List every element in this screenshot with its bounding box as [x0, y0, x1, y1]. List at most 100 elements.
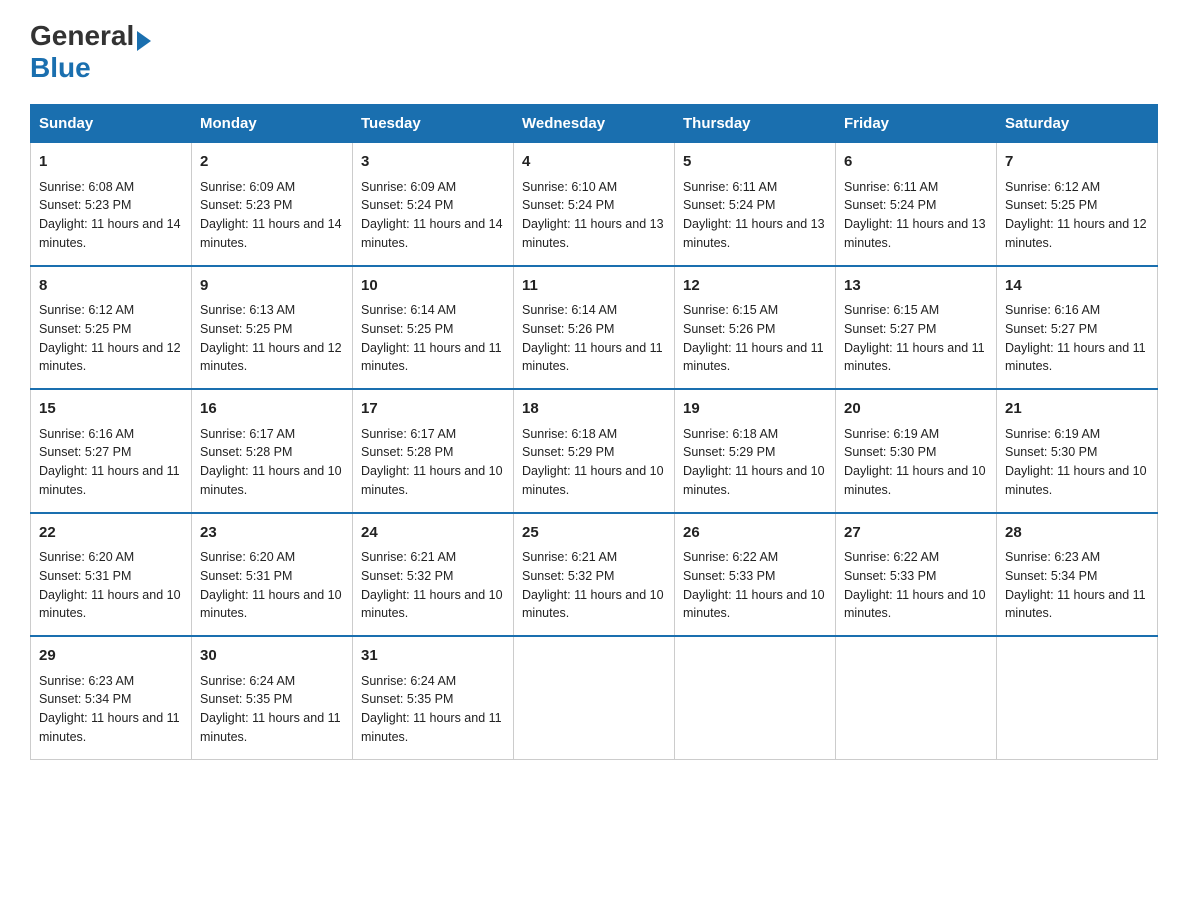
- sunset-text: Sunset: 5:25 PM: [200, 322, 292, 336]
- day-number: 1: [39, 151, 183, 174]
- calendar-cell: 25Sunrise: 6:21 AMSunset: 5:32 PMDayligh…: [514, 513, 675, 637]
- daylight-text: Daylight: 11 hours and 12 minutes.: [39, 341, 181, 374]
- sunset-text: Sunset: 5:28 PM: [361, 445, 453, 459]
- day-number: 28: [1005, 522, 1149, 545]
- col-header-saturday: Saturday: [997, 105, 1158, 143]
- calendar-cell: [514, 636, 675, 759]
- daylight-text: Daylight: 11 hours and 10 minutes.: [522, 464, 664, 497]
- day-number: 13: [844, 275, 988, 298]
- daylight-text: Daylight: 11 hours and 10 minutes.: [683, 588, 825, 621]
- day-number: 14: [1005, 275, 1149, 298]
- sunrise-text: Sunrise: 6:11 AM: [844, 180, 938, 194]
- daylight-text: Daylight: 11 hours and 10 minutes.: [200, 588, 342, 621]
- sunrise-text: Sunrise: 6:24 AM: [200, 674, 295, 688]
- sunset-text: Sunset: 5:33 PM: [844, 569, 936, 583]
- sunset-text: Sunset: 5:24 PM: [522, 198, 614, 212]
- calendar-week-1: 1Sunrise: 6:08 AMSunset: 5:23 PMDaylight…: [31, 143, 1158, 266]
- sunset-text: Sunset: 5:23 PM: [200, 198, 292, 212]
- calendar-cell: 13 Sunrise: 6:15 AM Sunset: 5:27 PM Dayligh…: [836, 266, 997, 390]
- col-header-wednesday: Wednesday: [514, 105, 675, 143]
- calendar-cell: 22Sunrise: 6:20 AMSunset: 5:31 PMDayligh…: [31, 513, 192, 637]
- sunrise-text: Sunrise: 6:20 AM: [200, 550, 295, 564]
- sunrise-text: Sunrise: 6:18 AM: [522, 427, 617, 441]
- sunrise-text: Sunrise: 6:09 AM: [200, 180, 295, 194]
- col-header-sunday: Sunday: [31, 105, 192, 143]
- sunrise-text: Sunrise: 6:18 AM: [683, 427, 778, 441]
- col-header-thursday: Thursday: [675, 105, 836, 143]
- sunrise-text: Sunrise: 6:15 AM: [844, 303, 939, 317]
- calendar-cell: 1Sunrise: 6:08 AMSunset: 5:23 PMDaylight…: [31, 143, 192, 266]
- day-number: 2: [200, 151, 344, 174]
- sunrise-text: Sunrise: 6:21 AM: [361, 550, 456, 564]
- sunset-text: Sunset: 5:31 PM: [200, 569, 292, 583]
- calendar-cell: 27Sunrise: 6:22 AMSunset: 5:33 PMDayligh…: [836, 513, 997, 637]
- day-number: 6: [844, 151, 988, 174]
- daylight-text: Daylight: 11 hours and 11 minutes.: [522, 341, 663, 374]
- calendar-cell: 3Sunrise: 6:09 AMSunset: 5:24 PMDaylight…: [353, 143, 514, 266]
- calendar-cell: [997, 636, 1158, 759]
- calendar-cell: 24Sunrise: 6:21 AMSunset: 5:32 PMDayligh…: [353, 513, 514, 637]
- daylight-text: Daylight: 11 hours and 11 minutes.: [844, 341, 985, 374]
- col-header-friday: Friday: [836, 105, 997, 143]
- daylight-text: Daylight: 11 hours and 11 minutes.: [1005, 588, 1146, 621]
- calendar-cell: 21Sunrise: 6:19 AMSunset: 5:30 PMDayligh…: [997, 389, 1158, 513]
- day-number: 5: [683, 151, 827, 174]
- calendar-cell: 23 Sunrise: 6:20 AM Sunset: 5:31 PM Dayligh…: [192, 513, 353, 637]
- sunset-text: Sunset: 5:27 PM: [844, 322, 936, 336]
- sunset-text: Sunset: 5:24 PM: [683, 198, 775, 212]
- day-number: 25: [522, 522, 666, 545]
- daylight-text: Daylight: 11 hours and 11 minutes.: [39, 711, 180, 744]
- sunrise-text: Sunrise: 6:22 AM: [683, 550, 778, 564]
- daylight-text: Daylight: 11 hours and 10 minutes.: [39, 588, 181, 621]
- calendar-cell: 12Sunrise: 6:15 AMSunset: 5:26 PMDayligh…: [675, 266, 836, 390]
- day-number: 27: [844, 522, 988, 545]
- sunrise-text: Sunrise: 6:17 AM: [200, 427, 295, 441]
- daylight-text: Daylight: 11 hours and 11 minutes.: [1005, 341, 1146, 374]
- calendar-cell: 19Sunrise: 6:18 AMSunset: 5:29 PMDayligh…: [675, 389, 836, 513]
- daylight-text: Daylight: 11 hours and 14 minutes.: [361, 217, 503, 250]
- sunset-text: Sunset: 5:30 PM: [1005, 445, 1097, 459]
- sunset-text: Sunset: 5:30 PM: [844, 445, 936, 459]
- sunrise-text: Sunrise: 6:15 AM: [683, 303, 778, 317]
- day-number: 23: [200, 522, 344, 545]
- calendar-cell: 9Sunrise: 6:13 AMSunset: 5:25 PMDaylight…: [192, 266, 353, 390]
- day-number: 21: [1005, 398, 1149, 421]
- logo: General Blue: [30, 20, 151, 84]
- calendar-table: SundayMondayTuesdayWednesdayThursdayFrid…: [30, 104, 1158, 760]
- sunrise-text: Sunrise: 6:21 AM: [522, 550, 617, 564]
- sunrise-text: Sunrise: 6:14 AM: [361, 303, 456, 317]
- day-number: 7: [1005, 151, 1149, 174]
- sunset-text: Sunset: 5:29 PM: [683, 445, 775, 459]
- day-number: 22: [39, 522, 183, 545]
- sunset-text: Sunset: 5:32 PM: [522, 569, 614, 583]
- sunset-text: Sunset: 5:25 PM: [1005, 198, 1097, 212]
- day-number: 11: [522, 275, 666, 298]
- calendar-cell: 17Sunrise: 6:17 AMSunset: 5:28 PMDayligh…: [353, 389, 514, 513]
- calendar-week-4: 22 Sunrise: 6:20 AM Sunset: 5:31 PM Dayligh…: [31, 513, 1158, 637]
- daylight-text: Daylight: 11 hours and 14 minutes.: [200, 217, 342, 250]
- day-number: 18: [522, 398, 666, 421]
- sunset-text: Sunset: 5:24 PM: [844, 198, 936, 212]
- day-number: 26: [683, 522, 827, 545]
- daylight-text: Daylight: 11 hours and 10 minutes.: [361, 588, 503, 621]
- sunset-text: Sunset: 5:25 PM: [39, 322, 131, 336]
- calendar-cell: 10Sunrise: 6:14 AMSunset: 5:25 PMDayligh…: [353, 266, 514, 390]
- sunrise-text: Sunrise: 6:13 AM: [200, 303, 295, 317]
- day-number: 9: [200, 275, 344, 298]
- day-number: 16: [200, 398, 344, 421]
- calendar-cell: 7Sunrise: 6:12 AMSunset: 5:25 PMDaylight…: [997, 143, 1158, 266]
- sunset-text: Sunset: 5:32 PM: [361, 569, 453, 583]
- calendar-cell: 5Sunrise: 6:11 AMSunset: 5:24 PMDaylight…: [675, 143, 836, 266]
- sunrise-text: Sunrise: 6:10 AM: [522, 180, 617, 194]
- daylight-text: Daylight: 11 hours and 10 minutes.: [683, 464, 825, 497]
- calendar-cell: 31Sunrise: 6:24 AMSunset: 5:35 PMDayligh…: [353, 636, 514, 759]
- sunrise-text: Sunrise: 6:16 AM: [1005, 303, 1100, 317]
- logo-general-text: General: [30, 20, 151, 52]
- daylight-text: Daylight: 11 hours and 13 minutes.: [522, 217, 664, 250]
- page-header: General Blue: [30, 20, 1158, 84]
- calendar-week-2: 8Sunrise: 6:12 AMSunset: 5:25 PMDaylight…: [31, 266, 1158, 390]
- sunset-text: Sunset: 5:25 PM: [361, 322, 453, 336]
- daylight-text: Daylight: 11 hours and 11 minutes.: [200, 711, 341, 744]
- daylight-text: Daylight: 11 hours and 14 minutes.: [39, 217, 181, 250]
- sunrise-text: Sunrise: 6:09 AM: [361, 180, 456, 194]
